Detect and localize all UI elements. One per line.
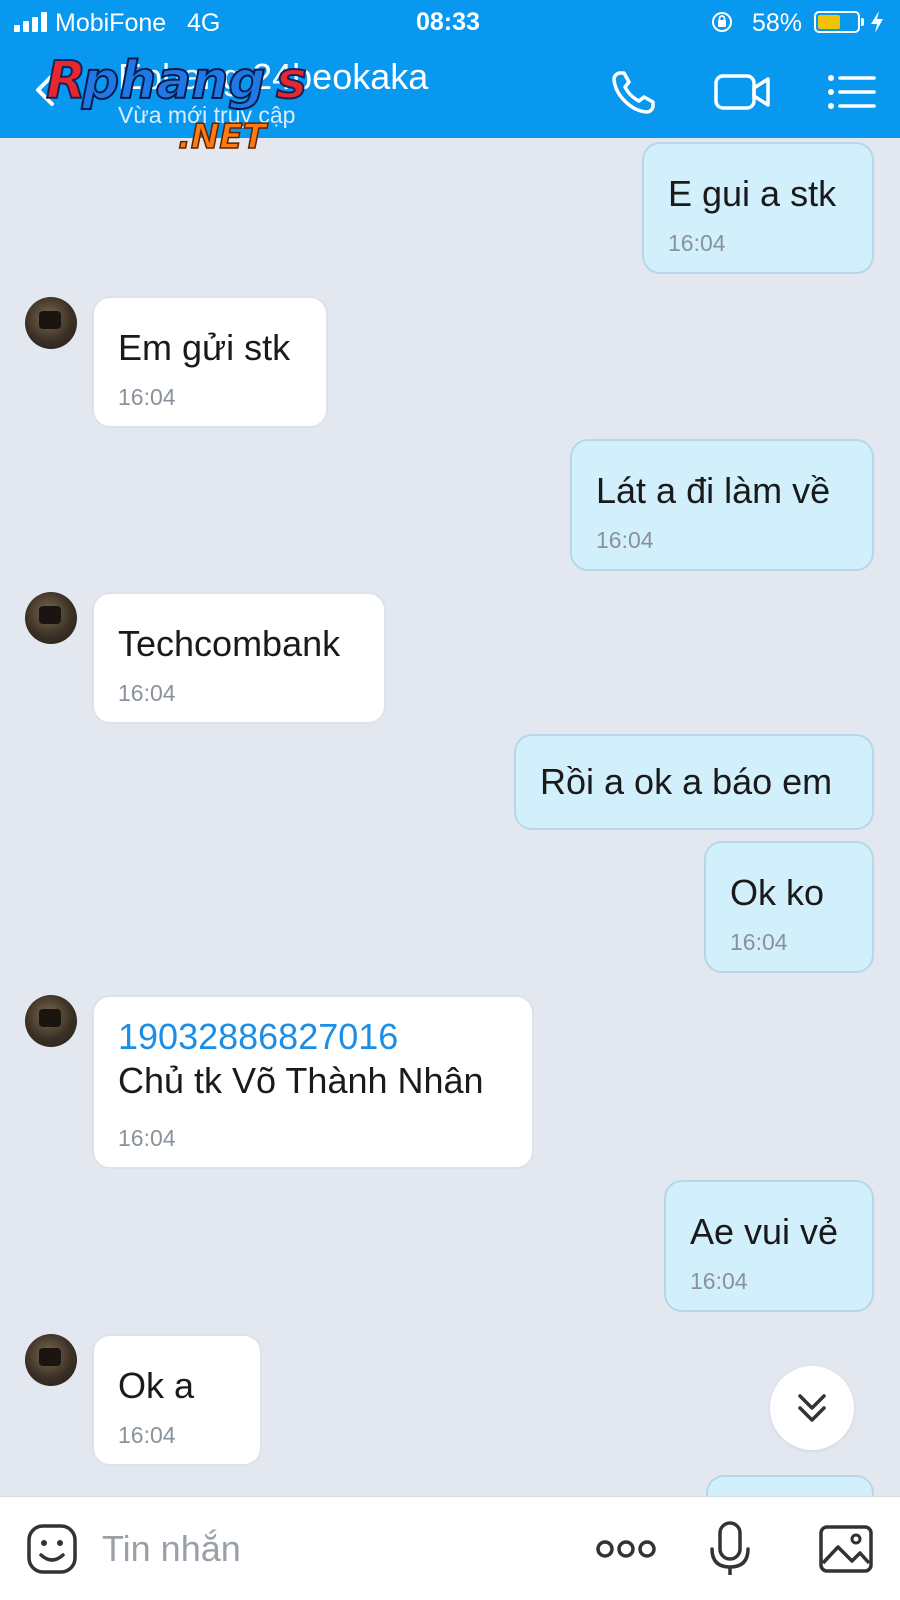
account-number-link[interactable]: 19032886827016	[118, 1015, 398, 1059]
message-text: Ok a	[118, 1365, 195, 1406]
outgoing-message[interactable]: Lát a đi làm về 16:04	[570, 439, 874, 571]
battery-nub	[861, 18, 864, 26]
battery-icon	[814, 11, 860, 33]
network-type: 4G	[187, 9, 221, 37]
video-call-button[interactable]	[712, 64, 774, 120]
voice-call-button[interactable]	[606, 64, 662, 120]
voice-message-button[interactable]	[702, 1521, 758, 1577]
message-text: Lát a đi làm về	[596, 470, 831, 511]
menu-list-icon	[828, 75, 876, 109]
chat-header: MobiFone 4G 08:33 58% Ephang 24beokaka V…	[0, 0, 900, 156]
rotation-lock-icon	[712, 12, 732, 32]
svg-text:phang: phang	[81, 52, 266, 111]
svg-text:.NET: .NET	[178, 117, 269, 156]
message-input[interactable]	[102, 1521, 562, 1577]
incoming-message[interactable]: Em gửi stk 16:04	[92, 296, 328, 428]
outgoing-message[interactable]: Ok ko 16:04	[704, 841, 874, 973]
send-photo-button[interactable]	[818, 1521, 874, 1577]
status-bar: MobiFone 4G 08:33 58%	[0, 0, 900, 44]
avatar[interactable]	[25, 592, 77, 644]
avatar[interactable]	[25, 995, 77, 1047]
message-time: 16:04	[118, 384, 176, 410]
scroll-to-bottom-button[interactable]	[770, 1366, 854, 1450]
message-time: 16:04	[118, 1125, 176, 1151]
svg-text:s: s	[276, 52, 307, 111]
message-text: Ok ko	[730, 872, 825, 913]
charging-bolt-icon	[871, 11, 883, 33]
chat-options-button[interactable]	[826, 64, 878, 120]
avatar[interactable]	[25, 297, 77, 349]
outgoing-message[interactable]: Rồi a ok a báo em	[514, 734, 874, 830]
message-text: E gui a stk	[668, 173, 837, 214]
message-composer	[0, 1496, 900, 1600]
incoming-message[interactable]: Techcombank 16:04	[92, 592, 386, 724]
image-icon	[819, 1525, 873, 1573]
incoming-message[interactable]: Ok a 16:04	[92, 1334, 262, 1466]
message-text: Ae vui vẻ	[690, 1211, 839, 1252]
sticker-icon	[27, 1524, 77, 1574]
rphangs-watermark-logo: R phang s .NET	[45, 52, 308, 156]
more-dots-icon	[596, 1540, 656, 1558]
svg-text:R: R	[46, 52, 86, 111]
signal-strength-icon	[14, 12, 50, 32]
message-time: 16:04	[668, 230, 726, 256]
incoming-message[interactable]: 19032886827016 Chủ tk Võ Thành Nhân 16:0…	[92, 995, 534, 1169]
more-options-button[interactable]	[596, 1521, 656, 1577]
phone-icon	[612, 71, 655, 114]
outgoing-message[interactable]: Ae vui vẻ 16:04	[664, 1180, 874, 1312]
carrier-name: MobiFone 4G	[55, 9, 221, 37]
double-chevron-down-icon	[798, 1394, 826, 1422]
status-time: 08:33	[416, 8, 480, 36]
message-text: Em gửi stk	[118, 327, 291, 368]
sticker-button[interactable]	[24, 1521, 80, 1577]
battery-fill	[818, 15, 840, 29]
message-time: 16:04	[690, 1268, 748, 1294]
avatar[interactable]	[25, 1334, 77, 1386]
video-icon	[714, 74, 770, 110]
outgoing-message[interactable]: E gui a stk 16:04	[642, 142, 874, 274]
message-time: 16:04	[118, 1422, 176, 1448]
message-time: 16:04	[596, 527, 654, 553]
message-text: Chủ tk Võ Thành Nhân	[118, 1060, 484, 1101]
microphone-icon	[710, 1521, 750, 1575]
message-text: Rồi a ok a báo em	[540, 761, 833, 802]
message-text: Techcombank	[118, 623, 341, 664]
message-time: 16:04	[118, 680, 176, 706]
message-time: 16:04	[730, 929, 788, 955]
battery-percent: 58%	[752, 9, 803, 37]
